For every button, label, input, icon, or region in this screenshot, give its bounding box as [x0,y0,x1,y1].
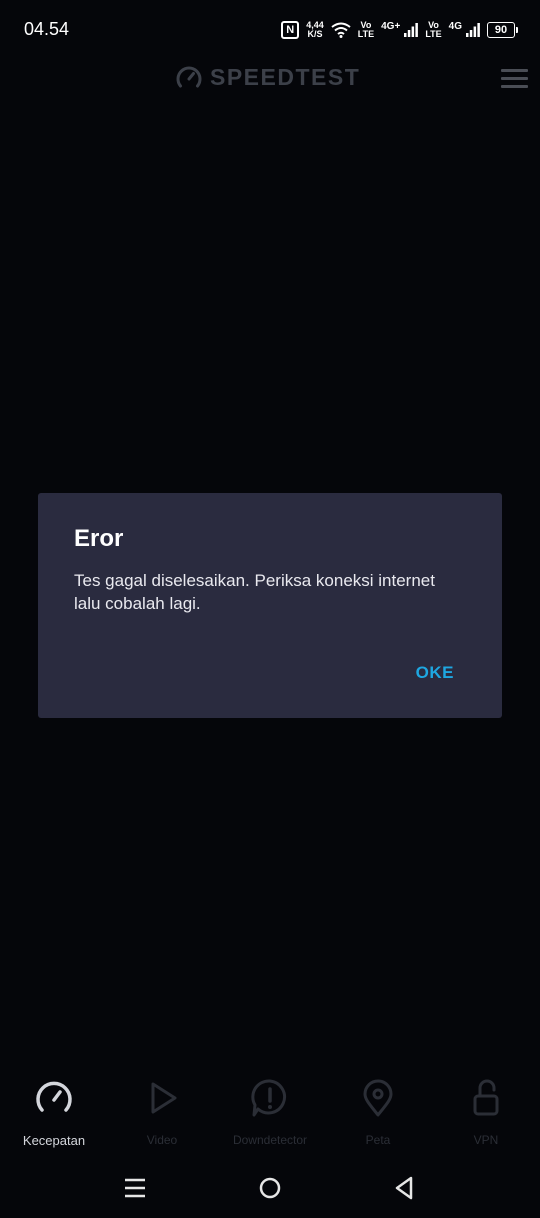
menu-line [500,84,528,88]
speedtest-logo: SPEEDTEST [176,64,360,91]
menu-lines-icon [125,1178,145,1198]
nfc-icon: N [281,21,300,39]
tab-label: Video [146,1133,178,1147]
status-time: 04.54 [24,19,70,39]
signal-icon-sim1 [404,23,419,37]
back-triangle-icon [395,1176,413,1200]
tab-video[interactable]: Video [108,1078,216,1150]
map-pin-icon [358,1078,398,1118]
tab-vpn[interactable]: VPN [432,1078,540,1150]
error-dialog: Eror Tes gagal diselesaikan. Periksa kon… [38,493,502,718]
tab-downdetector[interactable]: Downdetector [216,1078,324,1150]
speedometer-logo-icon [176,66,202,87]
tab-label: VPN [473,1133,499,1147]
hamburger-menu-button[interactable] [498,62,530,94]
ok-button[interactable]: OKE [416,663,454,683]
menu-line [500,76,528,80]
status-bar: 04.54 N 4,44 K/S Vo LTE 4G+ Vo LTE 4G 90 [0,0,540,58]
volte-sim2: Vo LTE [425,21,441,39]
battery-icon: 90 [487,22,518,38]
tab-label: Kecepatan [22,1133,86,1148]
status-icons: N 4,44 K/S Vo LTE 4G+ Vo LTE 4G 90 [281,18,518,42]
alert-icon [250,1078,290,1118]
battery-level: 90 [487,22,515,38]
logo-text: SPEEDTEST [210,64,361,90]
lock-icon [466,1078,506,1118]
volte-lte-label: LTE [425,29,442,39]
wifi-icon [331,22,351,38]
speedometer-icon [34,1078,74,1118]
home-button[interactable] [250,1172,290,1204]
system-nav-bar [0,1160,540,1218]
bottom-tab-bar: Kecepatan Video Downdetector Peta VPN [0,1078,540,1150]
network-speed: 4,44 K/S [306,21,324,39]
app-header: SPEEDTEST [0,58,540,98]
recent-apps-button[interactable] [115,1172,155,1204]
back-button[interactable] [384,1172,424,1204]
network-gen-sim2: 4G [448,20,462,32]
tab-label: Peta [365,1133,391,1147]
battery-tip [516,27,518,33]
dialog-message: Tes gagal diselesaikan. Periksa koneksi … [74,571,435,613]
menu-line [500,68,528,72]
play-icon [142,1078,182,1118]
signal-icon-sim2 [466,23,480,37]
home-circle-icon [259,1177,281,1199]
dialog-title: Eror [74,525,124,552]
network-speed-unit: K/S [307,29,323,39]
tab-peta[interactable]: Peta [324,1078,432,1150]
tab-label: Downdetector [232,1133,308,1147]
volte-lte-label: LTE [357,29,375,39]
volte-sim1: Vo LTE [358,21,374,39]
network-gen-sim1: 4G+ [381,20,401,32]
tab-kecepatan[interactable]: Kecepatan [0,1078,108,1150]
